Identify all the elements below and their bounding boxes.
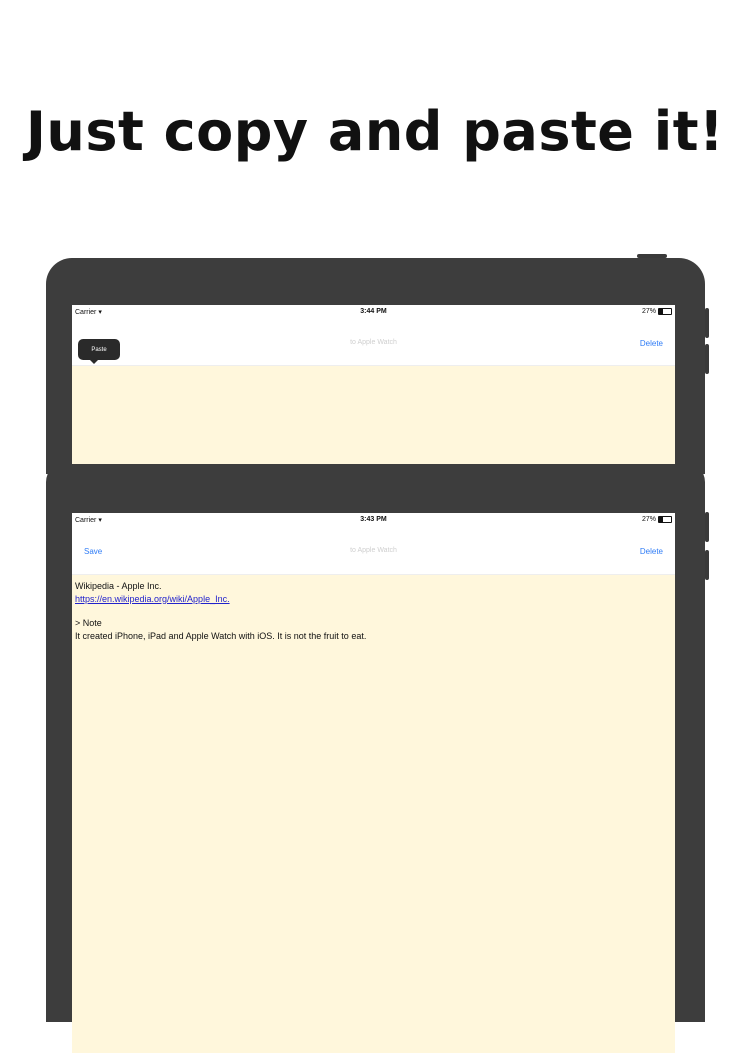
screen-bottom: Carrier ▾ 3:43 PM 27% Save to Apple Watch…: [72, 513, 675, 1053]
ipad-frame-top: Carrier ▾ 3:44 PM 27% Paste to Apple Watc…: [46, 254, 709, 474]
battery-indicator: 27%: [642, 516, 672, 523]
volume-button: [705, 308, 709, 338]
note-line: It created iPhone, iPad and Apple Watch …: [75, 630, 367, 641]
status-bar: Carrier ▾ 3:44 PM 27%: [72, 305, 675, 319]
nav-bar: Paste to Apple Watch Delete: [72, 319, 675, 366]
status-time: 3:44 PM: [360, 308, 387, 315]
note-link[interactable]: https://en.wikipedia.org/wiki/Apple_Inc.: [75, 593, 672, 606]
volume-button: [705, 344, 709, 374]
power-button: [637, 254, 667, 258]
nav-bar: Save to Apple Watch Delete: [72, 527, 675, 575]
battery-indicator: 27%: [642, 308, 672, 315]
battery-icon: [658, 516, 672, 523]
note-line: > Note: [75, 618, 102, 628]
delete-button[interactable]: Delete: [640, 339, 663, 348]
delete-button[interactable]: Delete: [640, 547, 663, 556]
nav-title: to Apple Watch: [350, 547, 397, 554]
battery-icon: [658, 308, 672, 315]
note-editor-empty[interactable]: [72, 366, 675, 376]
volume-button: [705, 512, 709, 542]
ipad-frame-bottom: Carrier ▾ 3:43 PM 27% Save to Apple Watch…: [46, 462, 709, 1053]
screen-top: Carrier ▾ 3:44 PM 27% Paste to Apple Watc…: [72, 305, 675, 464]
nav-title: to Apple Watch: [350, 339, 397, 346]
status-bar: Carrier ▾ 3:43 PM 27%: [72, 513, 675, 527]
headline: Just copy and paste it!: [25, 100, 725, 163]
volume-button: [705, 550, 709, 580]
note-line: Wikipedia - Apple Inc.: [75, 581, 162, 591]
status-time: 3:43 PM: [360, 516, 387, 523]
note-editor[interactable]: Wikipedia - Apple Inc. https://en.wikipe…: [72, 575, 675, 647]
